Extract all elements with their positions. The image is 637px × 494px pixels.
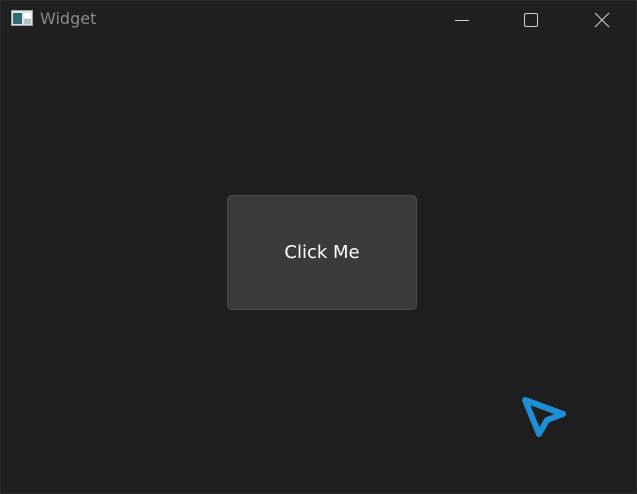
maximize-button[interactable] (508, 1, 554, 38)
window-title: Widget (40, 9, 97, 28)
title-bar[interactable]: Widget (1, 1, 636, 38)
minimize-icon (454, 12, 470, 28)
click-me-button[interactable]: Click Me (227, 195, 417, 310)
minimize-button[interactable] (439, 1, 485, 38)
close-icon (594, 12, 610, 28)
app-window: Widget Click Me (0, 0, 637, 494)
app-icon (11, 10, 33, 26)
maximize-icon (523, 12, 539, 28)
mouse-pointer-icon (516, 389, 572, 445)
close-button[interactable] (579, 1, 625, 38)
